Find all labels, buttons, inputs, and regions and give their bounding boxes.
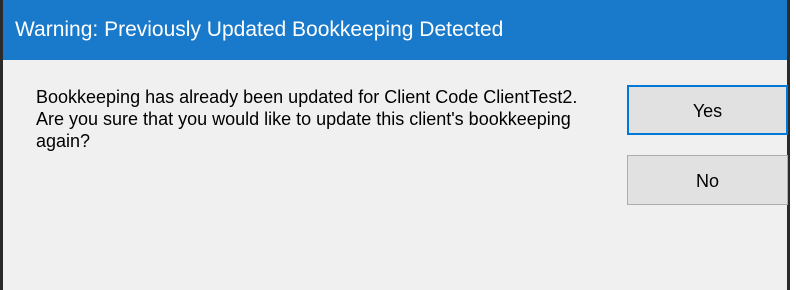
no-button[interactable]: No <box>627 155 788 205</box>
dialog-message: Bookkeeping has already been updated for… <box>36 87 578 151</box>
dialog-title: Warning: Previously Updated Bookkeeping … <box>3 0 787 60</box>
yes-button[interactable]: Yes <box>627 85 788 135</box>
warning-dialog: Warning: Previously Updated Bookkeeping … <box>0 0 790 290</box>
